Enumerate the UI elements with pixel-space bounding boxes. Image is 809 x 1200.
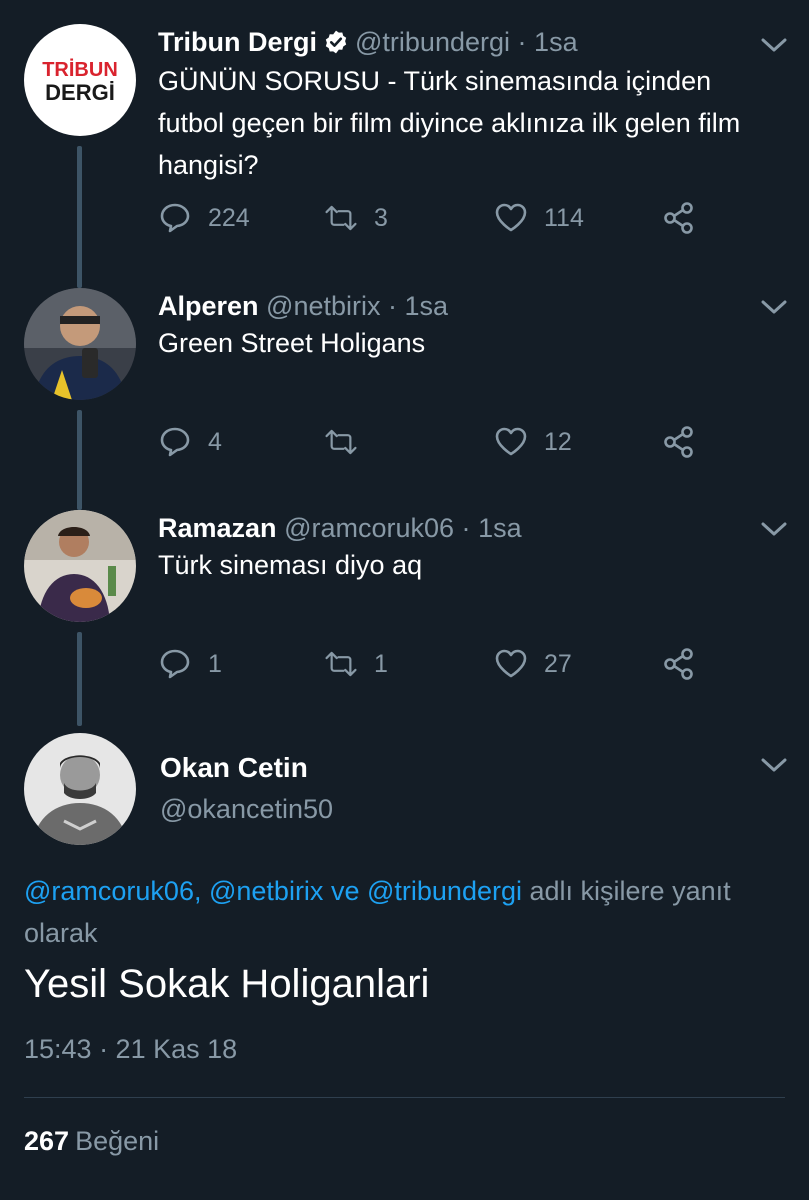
like-summary[interactable]: 267 Beğeni (24, 1126, 159, 1157)
chevron-down-icon[interactable] (760, 520, 788, 538)
like-count: 114 (544, 203, 584, 232)
reply-button[interactable]: 4 (158, 425, 222, 459)
like-count: 12 (544, 427, 572, 456)
reply-button[interactable]: 1 (158, 647, 222, 681)
retweet-button[interactable] (324, 425, 374, 459)
like-button[interactable]: 27 (494, 647, 572, 681)
share-icon (664, 202, 693, 234)
like-button[interactable]: 12 (494, 425, 572, 459)
reply-count: 224 (208, 203, 250, 232)
tweet-header: Tribun Dergi @tribundergi · 1sa (158, 24, 578, 60)
verified-badge-icon (325, 30, 347, 54)
share-button[interactable] (662, 201, 696, 235)
tweet-netbirix[interactable]: Alperen @netbirix · 1sa Green Street Hol… (0, 288, 809, 478)
tweet-header: Alperen @netbirix · 1sa (158, 288, 448, 324)
mention-connector: ve (330, 876, 360, 906)
retweet-icon (325, 205, 357, 231)
retweet-button[interactable]: 1 (324, 647, 388, 681)
tweet-ramcoruk06[interactable]: Ramazan @ramcoruk06 · 1sa Türk sineması … (0, 510, 809, 700)
tweet-header: Ramazan @ramcoruk06 · 1sa (158, 510, 522, 546)
retweet-icon (325, 651, 357, 677)
retweet-icon (325, 429, 357, 455)
chevron-down-icon[interactable] (760, 756, 788, 774)
separator: · (461, 513, 471, 543)
avatar[interactable] (24, 288, 136, 400)
tweet-timestamp[interactable]: 15:43 · 21 Kas 18 (24, 1034, 237, 1065)
retweet-button[interactable]: 3 (324, 201, 388, 235)
main-tweet-text: Yesil Sokak Holiganlari (24, 962, 430, 1006)
mention-tribundergi[interactable]: @tribundergi (367, 876, 522, 906)
handle[interactable]: @tribundergi (355, 27, 510, 57)
separator: · (388, 291, 398, 321)
display-name[interactable]: Alperen (158, 291, 259, 321)
chevron-down-icon[interactable] (760, 298, 788, 316)
avatar-logo-bottom: DERGİ (45, 80, 115, 105)
like-icon (495, 427, 527, 456)
display-name[interactable]: Tribun Dergi (158, 27, 317, 57)
like-icon (495, 649, 527, 678)
main-handle[interactable]: @okancetin50 (160, 794, 333, 825)
handle[interactable]: @netbirix (266, 291, 380, 321)
tweet-time[interactable]: 1sa (534, 27, 578, 57)
tweet-tribundergi[interactable]: TRİBUN DERGİ Tribun Dergi @tribundergi · … (0, 24, 809, 254)
tweet-actions: 1 1 27 (0, 647, 809, 687)
share-icon (664, 648, 693, 680)
avatar[interactable]: TRİBUN DERGİ (24, 24, 136, 136)
retweet-count: 1 (374, 649, 388, 678)
avatar-okancetin[interactable] (24, 733, 136, 845)
share-button[interactable] (662, 647, 696, 681)
tweet-actions: 4 12 (0, 425, 809, 465)
tweet-text: GÜNÜN SORUSU - Türk sinemasında içinden … (158, 66, 741, 180)
share-button[interactable] (662, 425, 696, 459)
tweet-actions: 224 3 114 (0, 201, 809, 241)
reply-button[interactable]: 224 (158, 201, 250, 235)
like-label: Beğeni (75, 1126, 160, 1156)
handle[interactable]: @ramcoruk06 (284, 513, 454, 543)
display-name[interactable]: Ramazan (158, 513, 277, 543)
retweet-count: 3 (374, 203, 388, 232)
reply-count: 1 (208, 649, 222, 678)
reply-icon (160, 203, 190, 233)
like-total: 267 (24, 1126, 70, 1156)
tweet-time[interactable]: 1sa (478, 513, 522, 543)
mention-ramcoruk06[interactable]: @ramcoruk06, (24, 876, 201, 906)
tweet-text: Green Street Holigans (158, 328, 426, 358)
reply-count: 4 (208, 427, 222, 456)
reply-icon (160, 649, 190, 679)
replying-to: @ramcoruk06, @netbirix ve @tribundergi a… (24, 870, 784, 954)
reply-icon (160, 427, 190, 457)
mention-netbirix[interactable]: @netbirix (209, 876, 323, 906)
share-icon (664, 426, 693, 458)
tweet-text: Türk sineması diyo aq (158, 550, 423, 580)
separator: · (517, 27, 527, 57)
like-count: 27 (544, 649, 572, 678)
avatar[interactable] (24, 510, 136, 622)
main-display-name[interactable]: Okan Cetin (160, 752, 308, 784)
tweet-time[interactable]: 1sa (405, 291, 449, 321)
like-icon (495, 203, 527, 232)
divider (24, 1097, 785, 1098)
like-button[interactable]: 114 (494, 201, 584, 235)
avatar-logo-top: TRİBUN (42, 58, 118, 81)
chevron-down-icon[interactable] (760, 36, 788, 54)
